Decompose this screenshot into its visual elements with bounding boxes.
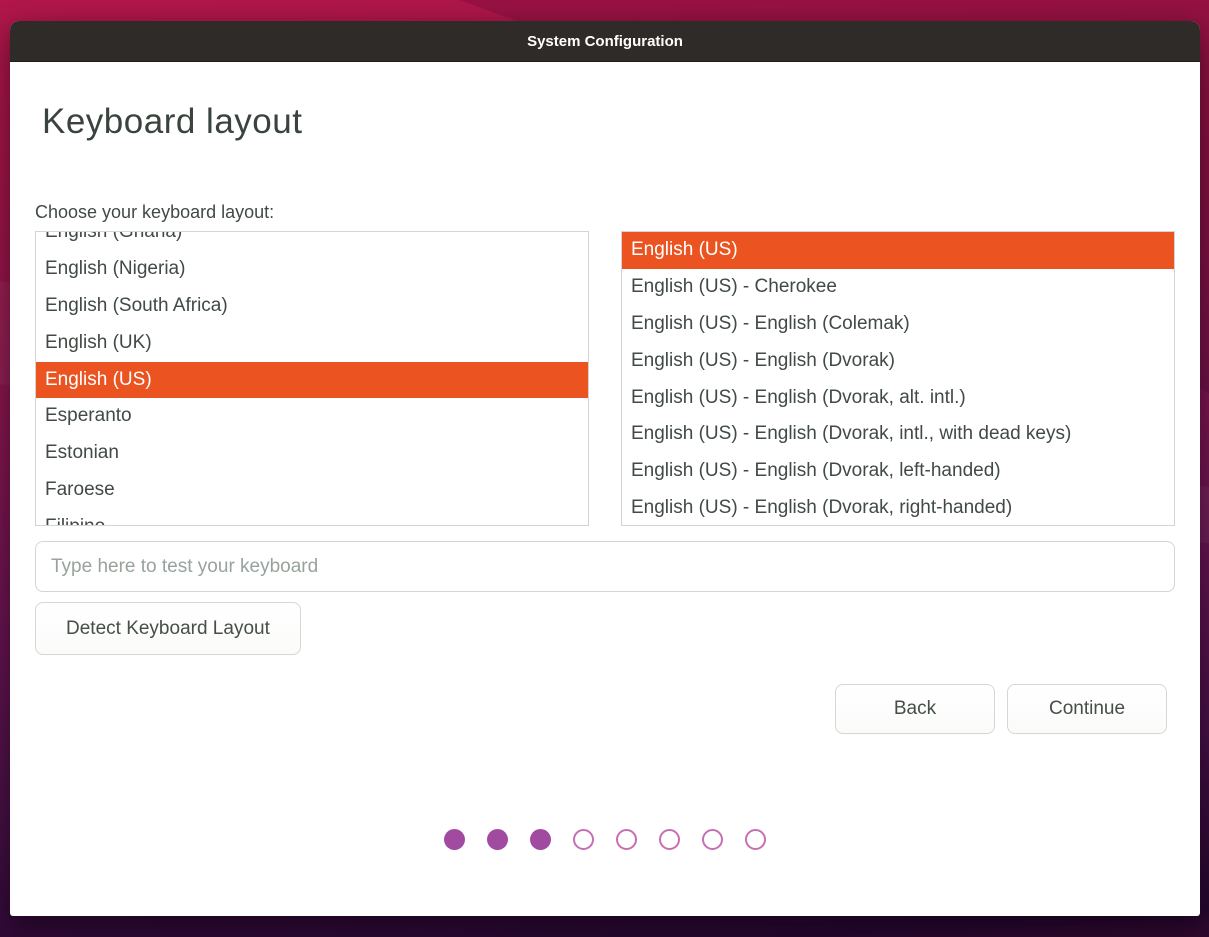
layout-option[interactable]: Faroese [36, 472, 588, 509]
layout-option[interactable]: Filipino [36, 509, 588, 526]
installer-window: System Configuration Keyboard layout Cho… [10, 21, 1200, 916]
titlebar[interactable]: System Configuration [10, 21, 1200, 62]
layout-option[interactable]: English (Ghana) [36, 231, 588, 251]
variant-option[interactable]: English (US) [622, 232, 1174, 269]
page-title: Keyboard layout [42, 102, 1175, 142]
variant-option[interactable]: English (US) - English (Dvorak) [622, 343, 1174, 380]
variant-option[interactable]: English (US) - English (Dvorak, alt. int… [622, 380, 1174, 417]
variant-option[interactable]: English (US) - English (Dvorak, left-han… [622, 453, 1174, 490]
progress-dot-pending [573, 829, 594, 850]
installer-content: Keyboard layout Choose your keyboard lay… [10, 102, 1200, 850]
window-title: System Configuration [527, 33, 683, 50]
keyboard-test-input[interactable] [35, 541, 1175, 592]
back-button[interactable]: Back [835, 684, 995, 734]
progress-dot-completed [444, 829, 465, 850]
layout-option[interactable]: English (UK) [36, 325, 588, 362]
keyboard-variant-list[interactable]: English (US)English (US) - CherokeeEngli… [621, 231, 1175, 526]
progress-dot-pending [616, 829, 637, 850]
progress-dot-pending [659, 829, 680, 850]
variant-option[interactable]: English (US) - Cherokee [622, 269, 1174, 306]
chooser-label: Choose your keyboard layout: [35, 202, 1175, 223]
detect-keyboard-layout-button[interactable]: Detect Keyboard Layout [35, 602, 301, 655]
layout-option[interactable]: English (South Africa) [36, 288, 588, 325]
layout-option[interactable]: English (Nigeria) [36, 251, 588, 288]
variant-option[interactable]: English (US) - English (Dvorak, intl., w… [622, 416, 1174, 453]
variant-option[interactable]: English (US) - English (Dvorak, right-ha… [622, 490, 1174, 526]
keyboard-layout-list[interactable]: English (Ghana)English (Nigeria)English … [35, 231, 589, 526]
progress-dot-completed [530, 829, 551, 850]
progress-dot-completed [487, 829, 508, 850]
layout-option[interactable]: Estonian [36, 435, 588, 472]
progress-dot-pending [702, 829, 723, 850]
progress-dots [35, 829, 1175, 850]
layout-option[interactable]: Esperanto [36, 398, 588, 435]
desktop-background: System Configuration Keyboard layout Cho… [0, 0, 1209, 937]
layout-option[interactable]: English (US) [36, 362, 588, 399]
variant-option[interactable]: English (US) - English (Colemak) [622, 306, 1174, 343]
keyboard-lists: English (Ghana)English (Nigeria)English … [35, 231, 1175, 526]
progress-dot-pending [745, 829, 766, 850]
continue-button[interactable]: Continue [1007, 684, 1167, 734]
wizard-nav: Back Continue [35, 684, 1175, 734]
